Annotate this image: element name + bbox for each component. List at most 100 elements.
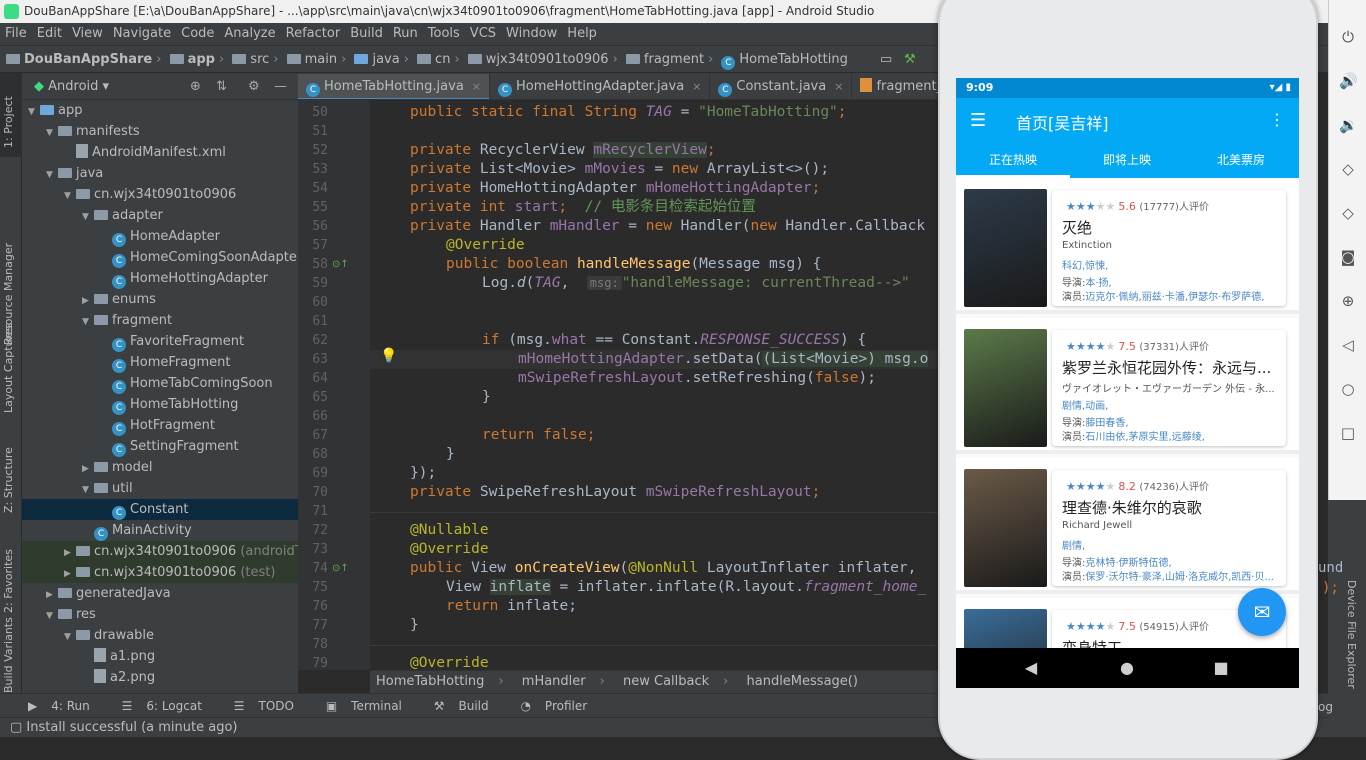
- tree-item[interactable]: C SettingFragment: [22, 436, 298, 457]
- tree-item[interactable]: ▼ java: [22, 163, 298, 184]
- tree-item[interactable]: a2.png: [22, 667, 298, 688]
- tool-logcat[interactable]: ☰ 6: Logcat: [108, 694, 202, 718]
- volume-down-icon[interactable]: 🔉: [1339, 116, 1358, 134]
- tool-tab-device-file-explorer[interactable]: Device File Explorer: [1345, 580, 1358, 689]
- overview-icon[interactable]: ■: [1211, 658, 1231, 677]
- movie-card[interactable]: ★★★★★ 5.6 (17777)人评价 灭绝 Extinction 科幻,惊悚, 导演:…: [956, 178, 1299, 314]
- tree-item[interactable]: C HomeComingSoonAdapter: [22, 247, 298, 268]
- movie-card[interactable]: ★★★★★ 7.5 (37331)人评价 紫罗兰永恒花园外传：永远与... ヴァイオレ…: [956, 318, 1299, 454]
- tree-item[interactable]: C MainActivity: [22, 520, 298, 541]
- tree-item[interactable]: a1.png: [22, 646, 298, 667]
- project-view-mode[interactable]: Android: [48, 79, 98, 94]
- editor-tab[interactable]: fragment_home_ta: [852, 73, 938, 99]
- chevron-down-icon[interactable]: ▼: [46, 123, 58, 144]
- chevron-down-icon[interactable]: ▼: [28, 102, 40, 123]
- tree-item[interactable]: ▼ manifests: [22, 121, 298, 142]
- editor-tab[interactable]: C HomeTabHotting.java ×: [298, 74, 491, 99]
- chevron-right-icon[interactable]: ▶: [82, 459, 94, 480]
- chevron-right-icon[interactable]: ▶: [46, 585, 58, 606]
- tool-todo[interactable]: ☰ TODO: [220, 694, 294, 718]
- chevron-down-icon[interactable]: ▼: [82, 207, 94, 228]
- chevron-right-icon[interactable]: ▶: [64, 564, 76, 585]
- movie-card[interactable]: ★★★★★ 8.2 (74236)人评价 理查德·朱维尔的哀歌 Richard Jew…: [956, 458, 1299, 594]
- menu-vcs[interactable]: VCS: [465, 23, 501, 45]
- back-icon[interactable]: ◁: [1339, 336, 1357, 354]
- mail-fab-button[interactable]: ✉: [1238, 588, 1286, 636]
- camera-icon[interactable]: ◙: [1339, 248, 1357, 266]
- menu-view[interactable]: View: [67, 23, 108, 45]
- chevron-down-icon[interactable]: ▼: [82, 480, 94, 501]
- nav-app[interactable]: app: [188, 46, 215, 73]
- movie-poster[interactable]: [964, 469, 1047, 587]
- menu-code[interactable]: Code: [176, 23, 219, 45]
- override-marker-icon[interactable]: ⊙↑: [332, 255, 349, 274]
- tab-us-box-office[interactable]: 北美票房: [1184, 144, 1298, 178]
- locate-icon[interactable]: ⊕: [190, 73, 201, 100]
- breadcrumb-item[interactable]: mHandler: [522, 674, 586, 689]
- menu-refactor[interactable]: Refactor: [281, 23, 346, 45]
- close-icon[interactable]: ×: [692, 80, 701, 93]
- override-marker-icon[interactable]: ⊙↑: [332, 559, 349, 578]
- tool-terminal[interactable]: ▣ Terminal: [312, 694, 402, 718]
- nav-cn[interactable]: cn: [435, 46, 450, 73]
- tool-tab-build-variants[interactable]: Build Variants: [2, 617, 15, 693]
- hammer-icon[interactable]: ⚒: [904, 46, 916, 73]
- tree-item[interactable]: ▶ generatedJava: [22, 583, 298, 604]
- movie-poster[interactable]: [964, 189, 1047, 307]
- tool-build[interactable]: ⚒ Build: [420, 694, 489, 718]
- nav-fragment[interactable]: fragment: [644, 46, 704, 73]
- code-editor[interactable]: public static final String TAG = "HomeTa…: [370, 100, 938, 670]
- lightbulb-icon[interactable]: 💡: [380, 348, 397, 364]
- close-icon[interactable]: ×: [834, 80, 843, 93]
- chevron-down-icon[interactable]: ▼: [82, 312, 94, 333]
- tree-item[interactable]: AndroidManifest.xml: [22, 142, 298, 163]
- tool-tab-project[interactable]: 1: Project: [2, 96, 15, 148]
- tree-item[interactable]: ▼ util: [22, 478, 298, 499]
- rotate-left-icon[interactable]: ◇: [1339, 160, 1357, 178]
- back-icon[interactable]: ◀: [1021, 658, 1041, 677]
- rotate-right-icon[interactable]: ◇: [1339, 204, 1357, 222]
- chevron-right-icon[interactable]: ▶: [82, 291, 94, 312]
- breadcrumb-item[interactable]: new Callback: [623, 674, 709, 689]
- tree-item[interactable]: ▶ cn.wjx34t0901to0906 (test): [22, 562, 298, 583]
- tree-item[interactable]: ▶ model: [22, 457, 298, 478]
- chevron-down-icon[interactable]: ▼: [64, 627, 76, 648]
- tool-tab-structure[interactable]: Z: Structure: [2, 447, 15, 513]
- tree-item[interactable]: ▶ cn.wjx34t0901to0906(androidTest): [22, 541, 298, 562]
- menu-file[interactable]: File: [0, 23, 32, 45]
- tree-item[interactable]: ▶ enums: [22, 289, 298, 310]
- volume-up-icon[interactable]: 🔊: [1339, 72, 1358, 90]
- hide-icon[interactable]: —: [274, 73, 287, 100]
- tree-item[interactable]: C HomeHottingAdapter: [22, 268, 298, 289]
- close-icon[interactable]: ×: [472, 80, 481, 93]
- tree-item[interactable]: C HotFragment: [22, 415, 298, 436]
- chevron-down-icon[interactable]: ▼: [64, 186, 76, 207]
- tool-profiler[interactable]: ◔ Profiler: [506, 694, 587, 718]
- tree-item[interactable]: C HomeTabComingSoon: [22, 373, 298, 394]
- breadcrumb-item[interactable]: HomeTabHotting: [376, 674, 484, 689]
- zoom-icon[interactable]: ⊕: [1339, 292, 1357, 310]
- nav-main[interactable]: main: [305, 46, 337, 73]
- menu-help[interactable]: Help: [562, 23, 602, 45]
- layout-icon[interactable]: ▭: [880, 46, 892, 73]
- chevron-down-icon[interactable]: ▼: [46, 606, 58, 627]
- editor-tab[interactable]: C Constant.java ×: [710, 73, 853, 99]
- power-icon[interactable]: ⏻: [1339, 28, 1357, 46]
- menu-edit[interactable]: Edit: [32, 23, 67, 45]
- breadcrumb-item[interactable]: handleMessage(): [747, 674, 858, 689]
- tree-item[interactable]: ▼ res: [22, 604, 298, 625]
- tree-item[interactable]: C HomeFragment: [22, 352, 298, 373]
- tree-item[interactable]: C Constant: [22, 499, 298, 520]
- nav-class[interactable]: HomeTabHotting: [739, 46, 847, 73]
- nav-java[interactable]: java: [372, 46, 399, 73]
- tree-item[interactable]: ▼ app: [22, 100, 298, 121]
- overview-icon[interactable]: □: [1339, 424, 1357, 442]
- menu-analyze[interactable]: Analyze: [219, 23, 280, 45]
- tool-tab-favorites[interactable]: 2: Favorites: [2, 549, 15, 613]
- chevron-down-icon[interactable]: ▼: [46, 165, 58, 186]
- tree-item[interactable]: C FavoriteFragment: [22, 331, 298, 352]
- nav-package[interactable]: wjx34t0901to0906: [486, 46, 609, 73]
- tree-item[interactable]: C HomeAdapter: [22, 226, 298, 247]
- hamburger-menu-icon[interactable]: ☰: [970, 110, 986, 131]
- tree-item[interactable]: ▼ fragment: [22, 310, 298, 331]
